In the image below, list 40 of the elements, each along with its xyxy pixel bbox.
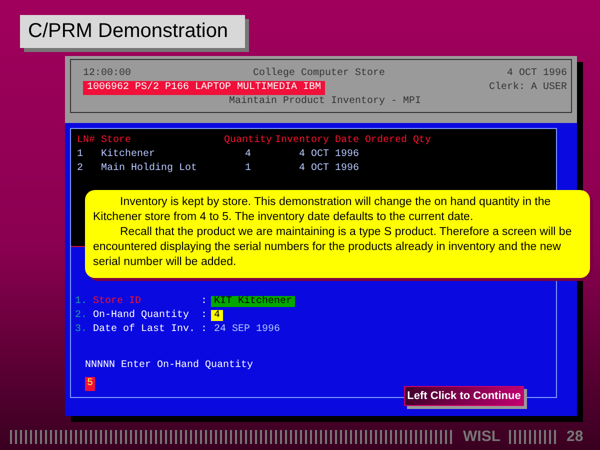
field-number: 3. xyxy=(75,324,88,335)
field-label: On-Hand Quantity xyxy=(93,310,190,321)
separator-text: : xyxy=(201,296,208,307)
stripes-drawing xyxy=(508,430,558,444)
field-value: 4 xyxy=(211,310,224,321)
field-label: Date of Last Inv. xyxy=(93,324,196,335)
prompt-text: NNNNN Enter On-Hand Quantity xyxy=(85,360,254,371)
callout-paragraph: Recall that the product we are maintaining is a type S product. Therefore a screen will be encountered displaying the serial numbers for the products already in inventory and the new serial number will be added. xyxy=(93,225,573,270)
separator-text: : xyxy=(201,324,208,335)
continue-button[interactable]: Left Click to Continue xyxy=(404,386,524,406)
slide-title: C/PRM Demonstration xyxy=(20,15,245,48)
store-name-text: College Computer Store xyxy=(252,67,386,81)
clerk-text: Clerk: A USER xyxy=(488,81,567,95)
table-cell: 1 xyxy=(244,163,251,174)
table-cell: Main Holding Lot xyxy=(101,163,198,174)
field-value: 24 SEP 1996 xyxy=(213,324,282,335)
field-number: 2. xyxy=(75,310,88,321)
column-header: Store xyxy=(101,134,132,148)
table-cell: 4 xyxy=(244,149,251,160)
separator-text: : xyxy=(201,310,208,321)
footer-label: WISL xyxy=(463,429,500,445)
time-text: 12:00:00 xyxy=(83,67,132,81)
column-header: LN# xyxy=(77,134,96,148)
column-header: Inventory Date xyxy=(275,134,360,148)
callout-paragraph: Inventory is kept by store. This demonstration will change the on hand quantity in the Kitchener store from 4 to 5. The inventory date defaults to the current date. xyxy=(93,195,552,225)
page-number: 28 xyxy=(566,429,584,445)
field-number: 1. xyxy=(75,296,88,307)
table-cell: 1 xyxy=(77,149,84,160)
table-cell: 4 OCT 1996 xyxy=(298,163,359,174)
table-cell: Kitchener xyxy=(101,149,156,160)
date-text: 4 OCT 1996 xyxy=(506,67,567,81)
input-field[interactable]: 5 xyxy=(85,377,96,391)
column-header: Ordered Qty xyxy=(365,134,432,148)
product-banner: 1006962 PS/2 P166 LAPTOP MULTIMEDIA IBM xyxy=(83,81,326,95)
column-header: Quantity xyxy=(222,134,273,148)
table-cell: 4 OCT 1996 xyxy=(298,149,359,160)
field-label: Store ID xyxy=(93,296,142,307)
screen-title: Maintain Product Inventory - MPI xyxy=(228,96,422,107)
table-cell: 2 xyxy=(77,163,84,174)
field-value: KIT Kitchener xyxy=(211,296,296,307)
